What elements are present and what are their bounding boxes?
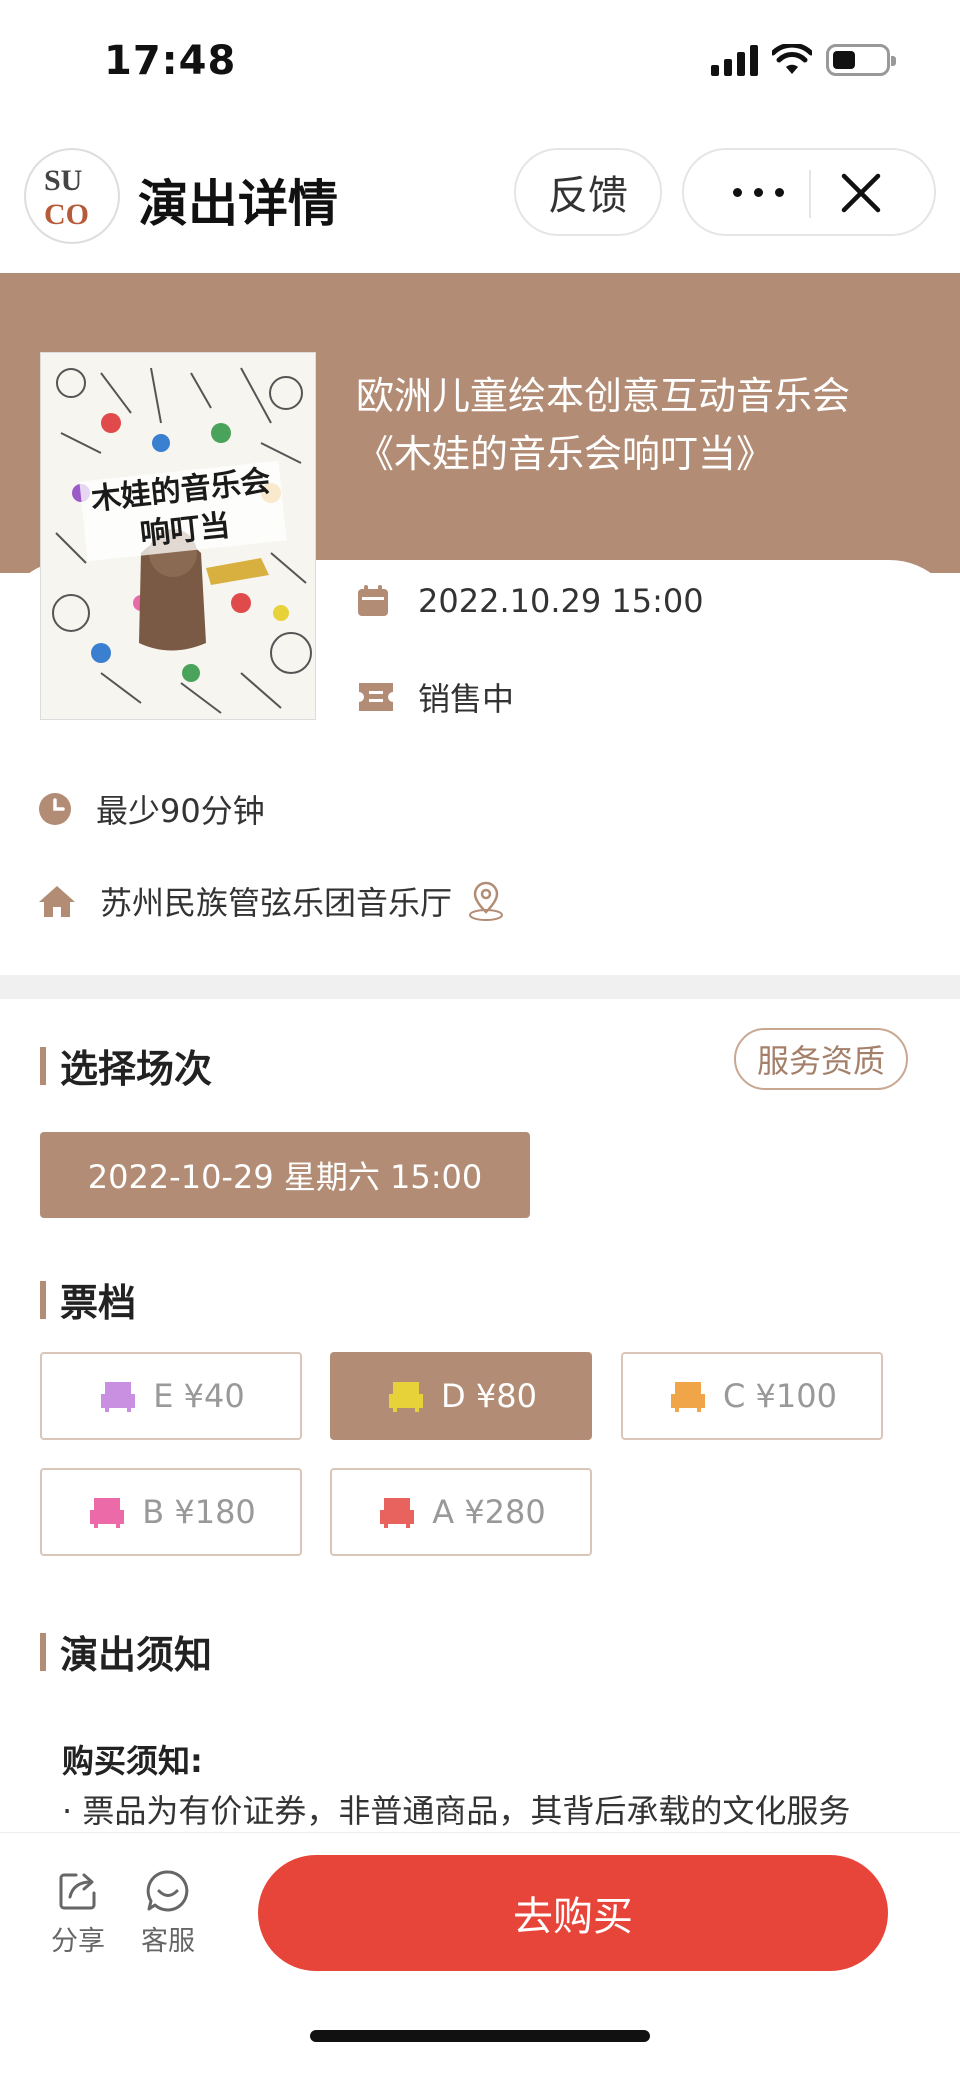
buy-button[interactable]: 去购买 <box>258 1855 888 1971</box>
event-title: 欧洲儿童绘本创意互动音乐会 《木娃的音乐会响叮当》 <box>356 367 926 483</box>
app-logo: SU CO <box>24 148 120 244</box>
sale-status: 销售中 <box>418 680 515 718</box>
seat-icon <box>389 1382 424 1412</box>
service-qualification-button[interactable]: 服务资质 <box>734 1028 908 1090</box>
status-row: 销售中 <box>356 674 514 720</box>
ticket-tier-d[interactable]: D ¥80 <box>330 1352 592 1440</box>
ticket-tier-label: A ¥280 <box>432 1493 546 1531</box>
ticket-tier-c[interactable]: C ¥100 <box>621 1352 883 1440</box>
ticket-tier-a[interactable]: A ¥280 <box>330 1468 592 1556</box>
ticket-section-header: 票档 <box>40 1272 136 1327</box>
logo-text-top: SU <box>44 164 83 197</box>
battery-icon <box>826 44 896 76</box>
session-section-header: 选择场次 <box>40 1038 212 1093</box>
ticket-tier-label: C ¥100 <box>723 1377 837 1415</box>
seat-icon <box>101 1382 136 1412</box>
status-bar: 17:48 <box>0 0 960 130</box>
seat-icon <box>90 1498 125 1528</box>
seat-icon <box>380 1498 415 1528</box>
clock-icon <box>39 793 71 825</box>
ticket-tier-label: E ¥40 <box>153 1377 245 1415</box>
event-poster: 木娃的音乐会响叮当 <box>40 352 316 720</box>
more-icon[interactable] <box>708 150 808 234</box>
calendar-icon <box>358 585 388 616</box>
home-indicator <box>310 2030 650 2042</box>
ticket-tier-label: D ¥80 <box>441 1377 537 1415</box>
customer-service-button[interactable]: 客服 <box>128 1869 208 1958</box>
venue-row[interactable]: 苏州民族管弦乐团音乐厅 <box>38 878 506 924</box>
customer-service-label: 客服 <box>141 1926 195 1957</box>
ticket-icon <box>359 683 393 711</box>
ticket-tier-b[interactable]: B ¥180 <box>40 1468 302 1556</box>
cellular-signal-icon <box>711 44 758 76</box>
share-icon <box>59 1873 96 1910</box>
smile-chat-icon <box>146 1870 189 1912</box>
nav-bar: SU CO 演出详情 反馈 <box>0 140 960 270</box>
purchase-notice-line: · 票品为有价证券，非普通商品，其背后承载的文化服务 <box>62 1792 851 1830</box>
event-title-line1: 欧洲儿童绘本创意互动音乐会 <box>356 374 851 418</box>
location-pin-icon[interactable] <box>466 880 506 922</box>
notice-section-header: 演出须知 <box>40 1624 212 1679</box>
section-divider <box>0 975 960 999</box>
share-label: 分享 <box>51 1926 105 1957</box>
mini-program-capsule <box>682 148 936 236</box>
share-button[interactable]: 分享 <box>38 1869 118 1958</box>
session-section-title: 选择场次 <box>60 1047 213 1091</box>
duration-row: 最少90分钟 <box>38 786 265 832</box>
status-icons <box>711 44 896 76</box>
event-datetime: 2022.10.29 15:00 <box>418 582 704 620</box>
event-duration: 最少90分钟 <box>96 792 265 830</box>
status-time: 17:48 <box>104 38 237 84</box>
session-option[interactable]: 2022-10-29 星期六 15:00 <box>40 1132 530 1218</box>
page-title: 演出详情 <box>138 175 338 233</box>
notice-section-title: 演出须知 <box>60 1633 213 1677</box>
ticket-tier-e[interactable]: E ¥40 <box>40 1352 302 1440</box>
ticket-section-title: 票档 <box>60 1281 137 1325</box>
section-accent-bar <box>40 1046 46 1085</box>
section-accent-bar <box>40 1632 46 1671</box>
datetime-row: 2022.10.29 15:00 <box>356 582 704 620</box>
purchase-notice-label: 购买须知: <box>62 1742 203 1780</box>
event-title-line2: 《木娃的音乐会响叮当》 <box>356 432 775 476</box>
feedback-button[interactable]: 反馈 <box>514 148 662 236</box>
ticket-tier-label: B ¥180 <box>142 1493 256 1531</box>
logo-text-bottom: CO <box>44 198 89 231</box>
venue-name: 苏州民族管弦乐团音乐厅 <box>100 884 453 922</box>
capsule-divider <box>809 170 811 218</box>
close-icon[interactable] <box>834 166 888 220</box>
wifi-icon <box>772 44 812 74</box>
seat-icon <box>671 1382 706 1412</box>
section-accent-bar <box>40 1280 46 1319</box>
home-icon <box>39 886 75 917</box>
